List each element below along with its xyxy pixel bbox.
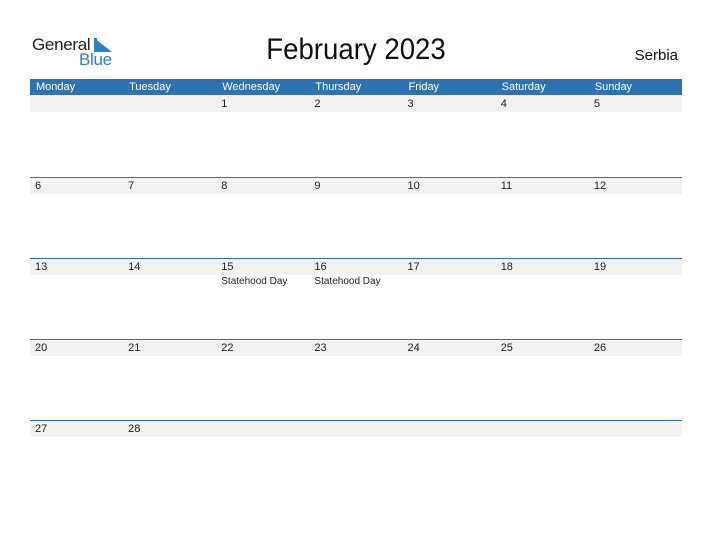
day-cell	[496, 421, 589, 502]
day-number: 10	[407, 180, 420, 192]
day-number: 28	[128, 423, 141, 435]
day-number: 5	[593, 98, 600, 110]
day-cell: 6	[30, 178, 123, 259]
day-cell: 26	[589, 340, 682, 421]
week-row: 6 7 8 9 10 11 12	[30, 177, 682, 259]
day-number: 2	[314, 98, 321, 110]
holiday-label: Statehood Day	[221, 276, 288, 287]
day-cell: 3	[403, 96, 496, 177]
day-cell: 25	[496, 340, 589, 421]
country-label: Serbia	[634, 47, 678, 64]
day-cell	[216, 421, 309, 502]
day-cell: 11	[496, 178, 589, 259]
day-cell	[30, 96, 123, 177]
day-cell: 22	[216, 340, 309, 421]
day-number: 1	[221, 98, 228, 110]
week-row: 27 28	[30, 420, 682, 502]
day-cell: 21	[123, 340, 216, 421]
day-number: 19	[593, 261, 607, 273]
day-number: 18	[500, 261, 513, 273]
weekday-header: Monday Tuesday Wednesday Thursday Friday…	[30, 79, 682, 95]
day-number: 6	[35, 180, 42, 192]
day-cell: 1	[216, 96, 309, 177]
weekday-tuesday: Tuesday	[129, 81, 171, 93]
day-cell: 4	[496, 96, 589, 177]
weekday-monday: Monday	[36, 81, 76, 93]
calendar-title: February 2023	[266, 33, 446, 66]
day-number: 17	[407, 261, 420, 273]
weekday-friday: Friday	[408, 81, 440, 93]
weekday-saturday: Saturday	[501, 81, 546, 93]
day-number: 20	[35, 342, 48, 354]
day-number: 4	[500, 98, 507, 110]
day-cell: 15 Statehood Day	[216, 259, 309, 340]
day-cell: 14	[123, 259, 216, 340]
day-number: 26	[593, 342, 607, 354]
day-cell: 24	[403, 340, 496, 421]
day-number: 9	[314, 180, 321, 192]
day-cell: 8	[216, 178, 309, 259]
day-cell: 9	[309, 178, 402, 259]
day-number: 22	[221, 342, 234, 354]
day-cell	[123, 96, 216, 177]
day-cell: 23	[309, 340, 402, 421]
week-row: 13 14 15 Statehood Day 16 Statehood Day 17 18 19	[30, 258, 682, 340]
day-cell: 2	[309, 96, 402, 177]
day-cell	[403, 421, 496, 502]
day-number: 27	[35, 423, 48, 435]
day-number: 15	[221, 261, 234, 273]
day-number: 8	[221, 180, 228, 192]
day-cell: 5	[589, 96, 682, 177]
day-number: 3	[407, 98, 414, 110]
day-cell: 12	[589, 178, 682, 259]
day-cell: 16 Statehood Day	[309, 259, 402, 340]
day-cell: 18	[496, 259, 589, 340]
week-row: 20 21 22 23 24 25 26	[30, 339, 682, 421]
day-number: 23	[314, 342, 327, 354]
day-cell: 17	[403, 259, 496, 340]
weekday-sunday: Sunday	[594, 81, 633, 93]
day-number: 7	[128, 180, 135, 192]
day-number: 16	[314, 261, 327, 273]
day-number: 14	[128, 261, 141, 273]
day-cell	[589, 421, 682, 502]
day-number: 11	[500, 180, 513, 192]
day-number: 25	[500, 342, 513, 354]
weekday-thursday: Thursday	[315, 81, 362, 93]
day-number: 13	[35, 261, 48, 273]
day-number: 24	[407, 342, 420, 354]
day-cell: 28	[123, 421, 216, 502]
day-cell: 13	[30, 259, 123, 340]
holiday-label: Statehood Day	[314, 276, 381, 287]
day-cell: 19	[589, 259, 682, 340]
day-cell	[309, 421, 402, 502]
day-cell: 7	[123, 178, 216, 259]
week-row: 1 2 3 4 5	[30, 96, 682, 177]
day-cell: 20	[30, 340, 123, 421]
day-number: 12	[593, 180, 607, 192]
day-number: 21	[128, 342, 141, 354]
day-cell: 10	[403, 178, 496, 259]
day-cell: 27	[30, 421, 123, 502]
weekday-wednesday: Wednesday	[222, 81, 281, 93]
